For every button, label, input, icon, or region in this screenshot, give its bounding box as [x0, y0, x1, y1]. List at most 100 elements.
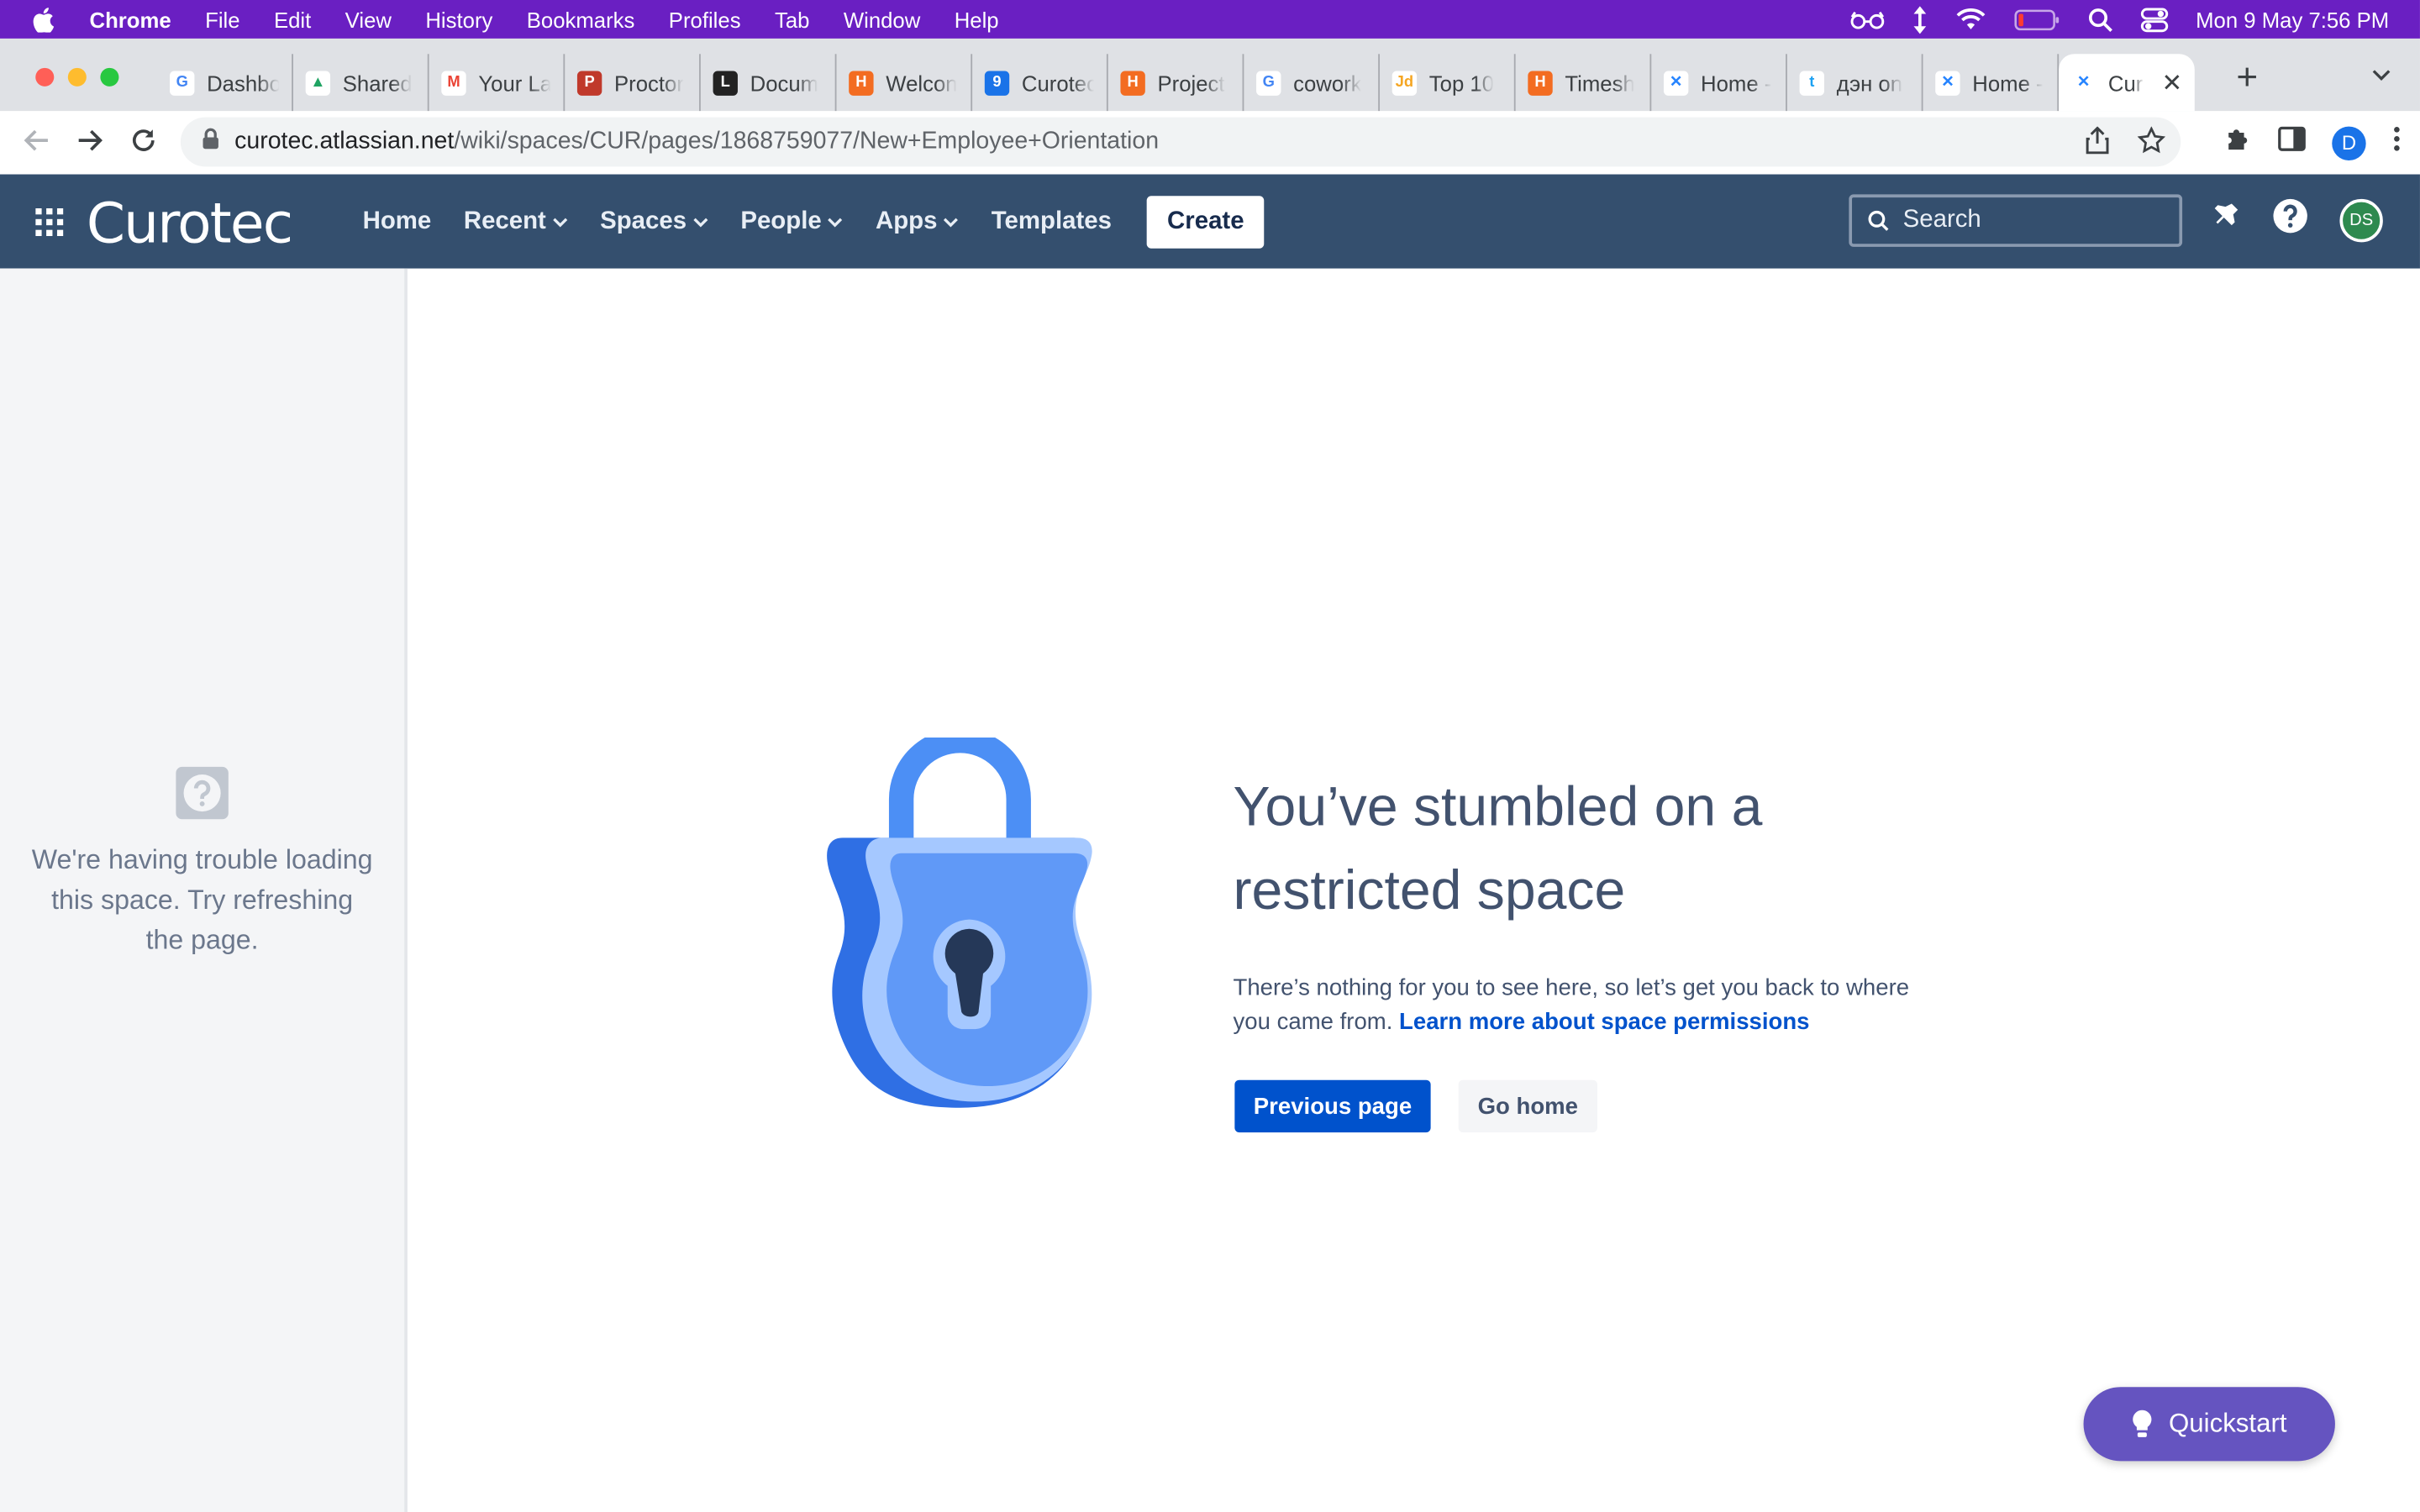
wifi-icon[interactable] [1955, 8, 1986, 31]
tab[interactable]: t дэн on [1787, 54, 1923, 112]
address-bar[interactable]: curotec.atlassian.net/wiki/spaces/CUR/pa… [180, 117, 2181, 167]
app-switcher-icon[interactable] [35, 207, 64, 244]
macos-menu-bar: Chrome File Edit View History Bookmarks … [0, 0, 2420, 39]
nav-recent[interactable]: Recent [464, 207, 568, 235]
space-sidebar: We're having trouble loading this space.… [0, 268, 408, 1512]
jd-icon: Jd [1392, 70, 1418, 95]
url-text[interactable]: curotec.atlassian.net/wiki/spaces/CUR/pa… [234, 128, 1159, 155]
chrome-menu-icon[interactable] [2392, 125, 2402, 160]
menu-view[interactable]: View [345, 7, 392, 31]
profile-avatar[interactable]: D [2332, 125, 2366, 160]
nav-people[interactable]: People [740, 207, 843, 235]
new-tab-icon[interactable]: + [2236, 57, 2258, 100]
search-input[interactable]: Search [1849, 194, 2183, 247]
control-center-icon[interactable] [2140, 7, 2168, 32]
menu-help[interactable]: Help [955, 7, 999, 31]
tab[interactable]: G Dashbo [157, 54, 293, 112]
tab-label: Cur [2107, 70, 2144, 95]
spotlight-search-icon[interactable] [2088, 7, 2112, 32]
menu-profiles[interactable]: Profiles [669, 7, 741, 31]
tab[interactable]: Jd Top 10 [1380, 54, 1516, 112]
status-icons: Mon 9 May 7:56 PM [1850, 0, 2389, 39]
apple-icon[interactable] [31, 7, 55, 32]
browser-tab-strip: G Dashbo ▲ Shared M Your La P Proctor L Docum H Wel… [0, 38, 2420, 112]
bookmark-star-icon[interactable] [2137, 126, 2166, 162]
nav-templates-label: Templates [991, 207, 1112, 234]
nav-templates[interactable]: Templates [992, 207, 1112, 235]
side-panel-icon[interactable] [2278, 126, 2306, 160]
google-icon: G [170, 70, 195, 95]
quickstart-button[interactable]: Quickstart [2083, 1387, 2335, 1462]
notifications-bell-icon[interactable] [2210, 201, 2241, 239]
tab-label: Project [1157, 70, 1225, 95]
clock[interactable]: Mon 9 May 7:56 PM [2196, 7, 2389, 31]
nav-people-label: People [740, 207, 822, 234]
extensions-puzzle-icon[interactable] [2224, 125, 2252, 160]
tab-active[interactable]: ✕ Cur ✕ [2059, 54, 2195, 112]
drive-icon: ▲ [305, 70, 331, 95]
create-button[interactable]: Create [1147, 195, 1265, 248]
url-path: /wiki/spaces/CUR/pages/1868759077/New+Em… [454, 128, 1160, 155]
tab[interactable]: L Docum [701, 54, 837, 112]
chevron-down-icon [693, 217, 708, 227]
battery-icon[interactable] [2013, 8, 2060, 30]
updown-arrow-icon[interactable] [1912, 5, 1927, 34]
reload-icon[interactable] [129, 127, 157, 162]
nav-apps[interactable]: Apps [876, 207, 959, 235]
menu-bookmarks[interactable]: Bookmarks [527, 7, 635, 31]
close-window-icon[interactable] [35, 67, 55, 87]
tab-label: Dashbo [207, 70, 280, 95]
chevron-down-icon [552, 217, 567, 227]
lock-icon[interactable] [203, 127, 219, 157]
minimize-window-icon[interactable] [67, 67, 87, 87]
tab[interactable]: H Project [1108, 54, 1244, 112]
nav-spaces[interactable]: Spaces [600, 207, 708, 235]
help-icon[interactable] [2272, 197, 2309, 242]
google-icon: G [1256, 70, 1281, 95]
confluence-icon: ✕ [1663, 70, 1689, 95]
tab[interactable]: 9 Curotec [972, 54, 1108, 112]
nav-recent-label: Recent [463, 207, 546, 234]
browser-toolbar: curotec.atlassian.net/wiki/spaces/CUR/pa… [0, 111, 2420, 176]
previous-page-button[interactable]: Previous page [1234, 1079, 1431, 1133]
tab[interactable]: ✕ Home - [1923, 54, 2060, 112]
menu-tab[interactable]: Tab [775, 7, 809, 31]
share-icon[interactable] [2085, 126, 2109, 162]
proctor-icon: P [576, 70, 602, 95]
tab[interactable]: H Timesh [1516, 54, 1652, 112]
tab[interactable]: Gcowork [1244, 54, 1381, 112]
search-placeholder: Search [1902, 207, 1981, 234]
confluence-header: Curotec Home Recent Spaces People Apps T… [0, 174, 2420, 269]
nav-spaces-label: Spaces [600, 207, 687, 234]
tab[interactable]: H Welcon [836, 54, 973, 112]
tab[interactable]: ✕ Home - [1651, 54, 1787, 112]
user-avatar[interactable]: DS [2339, 198, 2383, 242]
tab[interactable]: M Your La [429, 54, 566, 112]
nav-home-label: Home [362, 207, 432, 234]
harvest-icon: H [1528, 70, 1553, 95]
tab-label: cowork [1293, 70, 1362, 95]
harvest-icon: H [1120, 70, 1145, 95]
close-tab-icon[interactable]: ✕ [2161, 67, 2182, 98]
menu-file[interactable]: File [205, 7, 239, 31]
tab-label: Welcon [886, 70, 958, 95]
maximize-window-icon[interactable] [100, 67, 119, 87]
tab-label: Your La [478, 70, 551, 95]
glasses-icon[interactable] [1850, 10, 1884, 29]
menu-window[interactable]: Window [844, 7, 920, 31]
space-permissions-link[interactable]: Learn more about space permissions [1399, 1009, 1809, 1035]
curotec-logo[interactable]: Curotec [87, 193, 293, 256]
menu-app-name[interactable]: Chrome [90, 7, 171, 31]
forward-icon[interactable] [76, 127, 103, 162]
tab[interactable]: ▲ Shared [293, 54, 429, 112]
tab[interactable]: P Proctor [565, 54, 701, 112]
menu-edit[interactable]: Edit [274, 7, 311, 31]
menu-history[interactable]: History [425, 7, 492, 31]
doc-icon: L [713, 70, 738, 95]
quickstart-label: Quickstart [2168, 1408, 2287, 1438]
tab-search-chevron-icon[interactable] [2370, 63, 2392, 91]
tab-label: Proctor [614, 70, 684, 95]
go-home-button[interactable]: Go home [1458, 1079, 1597, 1133]
nav-home[interactable]: Home [363, 207, 432, 235]
back-icon[interactable] [24, 127, 51, 162]
